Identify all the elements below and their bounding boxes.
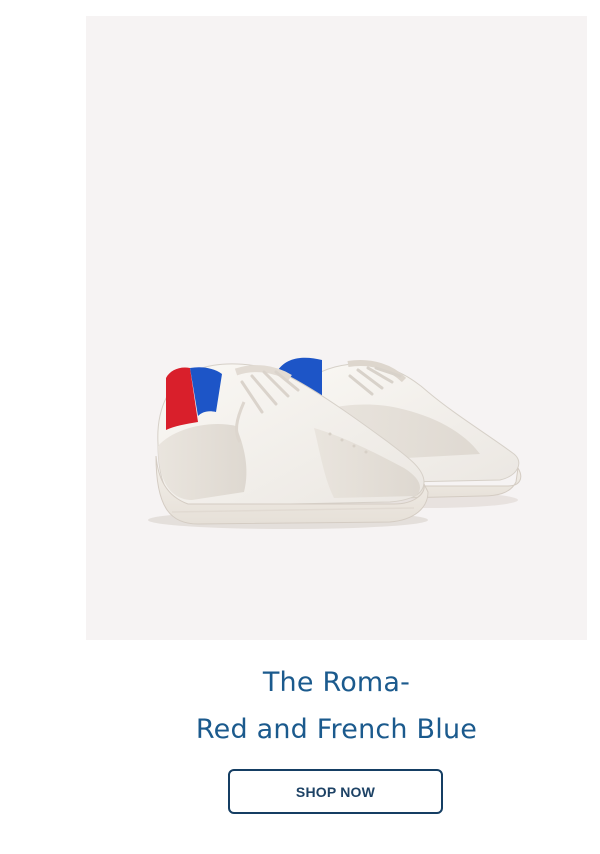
product-title-line-1: The Roma- — [262, 667, 411, 698]
shop-now-button[interactable]: SHOP NOW — [228, 769, 443, 814]
product-title-line-2: Red and French Blue — [195, 714, 478, 745]
product-card: The Roma- Red and French Blue SHOP NOW — [0, 0, 600, 854]
product-image[interactable] — [86, 16, 587, 640]
sneakers-icon — [148, 357, 522, 529]
